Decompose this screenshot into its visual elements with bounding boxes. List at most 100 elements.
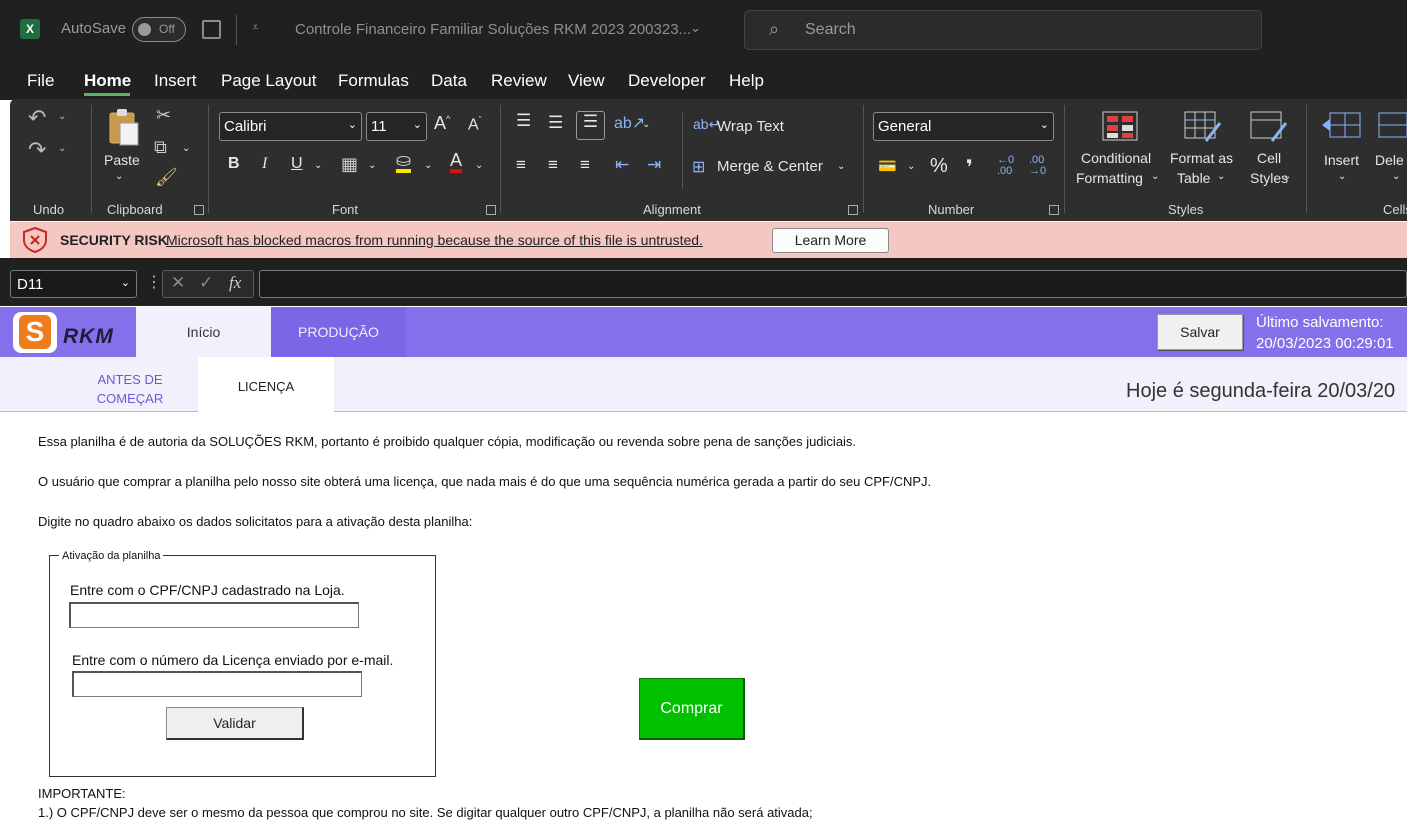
increase-indent-icon[interactable]: ⇥: [647, 155, 661, 175]
fill-color-icon[interactable]: ⛀: [396, 151, 412, 173]
comma-style-button[interactable]: ❜: [966, 155, 973, 180]
redo-icon[interactable]: ↷: [28, 137, 46, 163]
undo-icon[interactable]: ↶: [28, 105, 46, 131]
more-options-icon[interactable]: ⋮: [146, 272, 162, 292]
learn-more-button[interactable]: Learn More: [772, 228, 889, 253]
decrease-indent-icon[interactable]: ⇤: [615, 155, 629, 175]
document-title[interactable]: Controle Financeiro Familiar Soluções RK…: [295, 21, 691, 38]
format-as-table-label-1[interactable]: Format as: [1170, 150, 1233, 166]
format-as-table-label-2[interactable]: Table: [1177, 170, 1210, 186]
conditional-formatting-label-1[interactable]: Conditional: [1081, 150, 1151, 166]
chevron-down-icon[interactable]: ⌄: [690, 20, 701, 36]
alignment-launcher-icon[interactable]: [848, 205, 858, 215]
format-painter-icon[interactable]: 🖌: [155, 167, 178, 188]
delete-cells-icon[interactable]: [1377, 111, 1407, 141]
redo-dropdown-icon[interactable]: ⌄: [58, 143, 66, 154]
save-icon[interactable]: [202, 20, 221, 39]
increase-font-icon[interactable]: A^: [434, 113, 450, 134]
number-launcher-icon[interactable]: [1049, 205, 1059, 215]
clipboard-launcher-icon[interactable]: [194, 205, 204, 215]
top-align-icon[interactable]: ☰: [516, 111, 531, 131]
formula-input[interactable]: [259, 270, 1407, 298]
insert-dropdown-icon[interactable]: ⌄: [1338, 171, 1346, 182]
cancel-icon[interactable]: ✕: [171, 273, 185, 293]
tab-file[interactable]: File: [27, 71, 54, 91]
subtab-licenca[interactable]: LICENÇA: [198, 357, 334, 412]
decrease-font-icon[interactable]: Aˇ: [468, 115, 482, 134]
tab-page-layout[interactable]: Page Layout: [221, 71, 316, 91]
security-message-link[interactable]: Microsoft has blocked macros from runnin…: [166, 232, 703, 248]
salvar-button[interactable]: Salvar: [1157, 314, 1243, 350]
italic-button[interactable]: I: [262, 155, 267, 173]
wrap-text-button[interactable]: Wrap Text: [717, 118, 784, 135]
format-table-dropdown-icon[interactable]: ⌄: [1217, 171, 1225, 182]
cut-icon[interactable]: ✂: [156, 105, 171, 126]
validar-button[interactable]: Validar: [166, 707, 304, 740]
conditional-dropdown-icon[interactable]: ⌄: [1151, 171, 1159, 182]
align-left-icon[interactable]: ≡: [516, 155, 526, 175]
merge-center-icon[interactable]: ⊞: [692, 157, 705, 177]
license-input[interactable]: [72, 671, 362, 697]
tab-formulas[interactable]: Formulas: [338, 71, 409, 91]
merge-center-button[interactable]: Merge & Center: [717, 158, 823, 175]
delete-cells-label[interactable]: Dele: [1375, 152, 1404, 168]
paste-dropdown-icon[interactable]: ⌄: [115, 171, 123, 182]
tab-developer[interactable]: Developer: [628, 71, 706, 91]
tab-view[interactable]: View: [568, 71, 605, 91]
font-launcher-icon[interactable]: [486, 205, 496, 215]
increase-decimal-icon[interactable]: ←0.00: [997, 155, 1014, 177]
subtab-antes-de-comecar[interactable]: ANTES DE COMEÇAR: [62, 357, 198, 412]
comprar-button[interactable]: Comprar: [639, 678, 745, 740]
format-as-table-icon[interactable]: [1184, 111, 1222, 143]
font-color-dropdown-icon[interactable]: ⌄: [475, 160, 483, 171]
decrease-decimal-icon[interactable]: .00 →0: [1029, 155, 1046, 177]
font-color-icon[interactable]: A: [450, 151, 463, 173]
cell-styles-dropdown-icon[interactable]: ⌄: [1283, 171, 1291, 182]
customize-quick-access-icon[interactable]: ⩡: [252, 20, 259, 35]
tab-insert[interactable]: Insert: [154, 71, 197, 91]
conditional-formatting-icon[interactable]: [1102, 111, 1138, 141]
fill-color-dropdown-icon[interactable]: ⌄: [424, 160, 432, 171]
paste-icon[interactable]: [106, 107, 142, 147]
align-center-icon[interactable]: ≡: [548, 155, 558, 175]
borders-icon[interactable]: ▦: [341, 154, 358, 175]
insert-function-icon[interactable]: fx: [229, 273, 241, 293]
underline-dropdown-icon[interactable]: ⌄: [314, 160, 322, 171]
delete-dropdown-icon[interactable]: ⌄: [1392, 171, 1400, 182]
number-format-select[interactable]: General ⌄: [873, 112, 1054, 141]
name-box[interactable]: D11 ⌄: [10, 270, 137, 298]
tab-help[interactable]: Help: [729, 71, 764, 91]
orientation-dropdown-icon[interactable]: ⌄: [642, 119, 650, 130]
cell-styles-icon[interactable]: [1250, 111, 1288, 143]
undo-dropdown-icon[interactable]: ⌄: [58, 111, 66, 122]
accounting-dropdown-icon[interactable]: ⌄: [907, 161, 915, 172]
tab-home[interactable]: Home: [84, 71, 131, 91]
underline-button[interactable]: U: [291, 155, 303, 173]
cpf-input[interactable]: [69, 602, 359, 628]
borders-dropdown-icon[interactable]: ⌄: [368, 160, 376, 171]
tab-review[interactable]: Review: [491, 71, 547, 91]
tab-producao[interactable]: PRODUÇÃO: [271, 307, 406, 357]
bottom-align-icon[interactable]: ☰: [576, 111, 605, 140]
enter-icon[interactable]: ✓: [199, 273, 213, 293]
font-size-select[interactable]: 11 ⌄: [366, 112, 427, 141]
paste-label[interactable]: Paste: [104, 152, 140, 168]
conditional-formatting-label-2[interactable]: Formatting: [1076, 170, 1143, 186]
orientation-icon[interactable]: ab↗: [614, 113, 645, 133]
autosave-toggle[interactable]: Off: [132, 17, 186, 42]
align-right-icon[interactable]: ≡: [580, 155, 590, 175]
insert-cells-icon[interactable]: [1322, 111, 1362, 141]
tab-inicio[interactable]: Início: [136, 307, 271, 357]
copy-dropdown-icon[interactable]: ⌄: [182, 143, 190, 154]
insert-cells-label[interactable]: Insert: [1324, 152, 1359, 168]
search-box[interactable]: ⌕ Search: [744, 10, 1262, 50]
font-name-select[interactable]: Calibri ⌄: [219, 112, 362, 141]
percent-style-button[interactable]: %: [930, 155, 948, 178]
tab-data[interactable]: Data: [431, 71, 467, 91]
cell-styles-label-1[interactable]: Cell: [1257, 150, 1281, 166]
middle-align-icon[interactable]: ☰: [548, 113, 563, 133]
bold-button[interactable]: B: [228, 155, 240, 173]
accounting-format-icon[interactable]: 💳: [878, 157, 897, 175]
copy-icon[interactable]: ⧉: [154, 137, 167, 158]
merge-dropdown-icon[interactable]: ⌄: [837, 161, 845, 172]
